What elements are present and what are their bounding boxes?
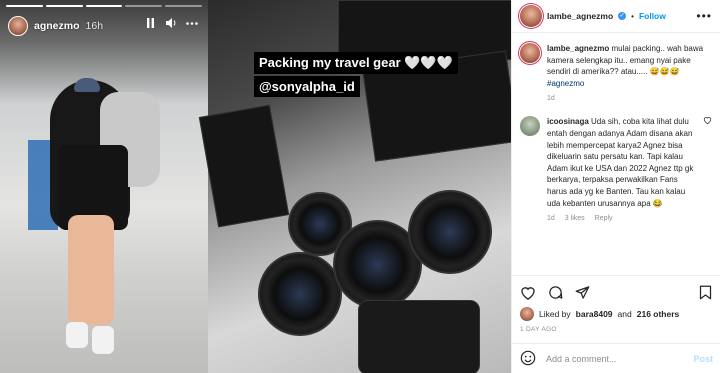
post-timestamp[interactable]: 1 DAY AGO [520,326,713,333]
story-avatar[interactable] [8,16,28,36]
story-progress-bars [6,5,202,7]
story-text-overlay: Packing my travel gear 🤍🤍🤍 [254,52,458,74]
add-comment-bar: Post [512,343,720,373]
comment-text: Uda sih, coba kita lihat dulu entah deng… [547,117,694,208]
caption-age: 1d [547,95,555,103]
woman-legs [68,215,114,325]
post-actions: Liked by bara8409 and 216 others 1 DAY A… [512,275,720,333]
caption-meta: 1d [547,95,712,102]
liker-avatar [520,307,534,321]
author-avatar[interactable] [520,5,542,27]
likes-and: and [617,309,632,319]
author-username[interactable]: lambe_agnezmo [547,11,613,21]
comment-meta: 1d 3 likes Reply [547,215,696,222]
lens-4 [408,190,492,274]
man-cap [74,78,100,92]
story-mention[interactable]: @sonyalpha_id [259,79,355,94]
verified-badge-icon: ✓ [618,12,627,20]
like-heart-icon[interactable] [520,284,536,300]
story-controls [144,17,198,29]
caption-username[interactable]: lambe_agnezmo [547,44,609,53]
comment-bubble-icon[interactable] [547,284,563,300]
story-overlay-text: Packing my travel gear 🤍🤍🤍 [259,55,453,70]
post-side-panel: lambe_agnezmo ✓ • Follow ••• lambe_agnez… [511,0,720,373]
likes-prefix: Liked by [539,309,571,319]
story-time: 16h [85,20,104,32]
comment-likes[interactable]: 3 likes [565,215,585,222]
story-username[interactable]: agnezmo [34,20,80,32]
caption-hashtag[interactable]: #agnezmo [547,79,584,88]
camera-body [358,300,480,373]
post-header: lambe_agnezmo ✓ • Follow ••• [512,0,720,33]
comment-input[interactable] [544,352,686,365]
left-sandal [66,322,88,348]
camera-gear-photo: Packing my travel gear 🤍🤍🤍 @sonyalpha_id [198,0,511,373]
caption-author-avatar[interactable] [520,43,540,63]
follow-button[interactable]: Follow [639,11,666,21]
commenter-avatar[interactable] [520,116,540,137]
camera-box [338,0,511,60]
emoji-smiley-icon[interactable] [520,350,536,368]
header-separator: • [631,11,634,21]
post-media[interactable]: agnezmo 16h Packing my travel gear 🤍🤍🤍 @… [0,0,511,373]
story-mention-overlay[interactable]: @sonyalpha_id [254,76,360,97]
likes-summary: Liked by bara8409 and 216 others [520,307,713,321]
save-bookmark-icon[interactable] [697,284,713,300]
instagram-post: agnezmo 16h Packing my travel gear 🤍🤍🤍 @… [0,0,720,373]
pause-icon[interactable] [144,17,156,29]
caption: lambe_agnezmo mulai packing.. wah bawa k… [520,43,712,102]
volume-icon[interactable] [165,17,177,29]
share-paper-plane-icon[interactable] [574,284,590,300]
more-options-icon[interactable] [186,17,198,29]
action-buttons [520,282,713,302]
lens-2 [258,252,342,336]
lens-box-left [198,104,290,228]
post-comment-button[interactable]: Post [693,354,713,364]
liker-username[interactable]: bara8409 [576,309,613,319]
comment-age: 1d [547,215,555,223]
comment-reply-button[interactable]: Reply [595,215,613,222]
story-screenshot-photo: agnezmo 16h [0,0,208,373]
right-sandal [92,326,114,354]
commenter-username[interactable]: icoosinaga [547,117,589,126]
story-header: agnezmo 16h [8,16,103,36]
likes-others[interactable]: 216 others [637,309,680,319]
more-options-icon[interactable]: ••• [696,9,712,23]
comment-like-heart-icon[interactable] [703,116,712,222]
comments-area[interactable]: lambe_agnezmo mulai packing.. wah bawa k… [512,33,720,283]
comment-item: icoosinaga Uda sih, coba kita lihat dulu… [520,116,712,222]
